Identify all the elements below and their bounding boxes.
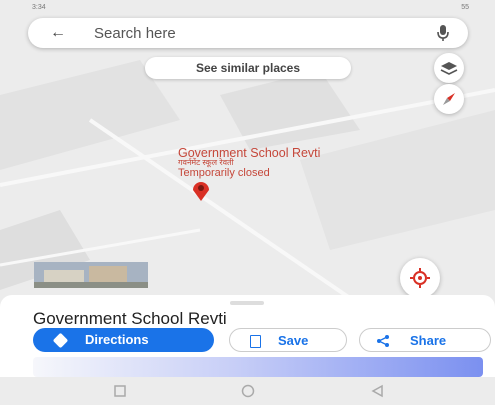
poi-label[interactable]: Government School Revti गवर्नमेंट स्कूल … (178, 146, 321, 179)
bookmark-icon (250, 335, 261, 348)
my-location-button[interactable] (400, 258, 440, 298)
place-title: Government School Revti (33, 309, 227, 328)
save-label: Save (278, 333, 309, 348)
status-bar: 3:34 55 (0, 0, 495, 16)
back-icon[interactable] (370, 384, 384, 398)
location-pin-icon[interactable] (190, 180, 212, 202)
poi-status: Temporarily closed (178, 167, 270, 179)
similar-places-chip[interactable]: See similar places (145, 57, 351, 79)
share-label: Share (410, 333, 447, 348)
back-arrow-icon[interactable]: ← (50, 24, 66, 42)
layers-button[interactable] (434, 53, 464, 83)
status-time: 3:34 (32, 4, 46, 11)
recent-apps-icon[interactable] (113, 384, 127, 398)
search-bar[interactable]: ← Search here (28, 18, 468, 48)
system-nav-bar (0, 377, 495, 405)
directions-label: Directions (85, 332, 149, 347)
street-view-thumbnail[interactable] (34, 262, 148, 288)
compass-button[interactable] (434, 84, 464, 114)
layers-icon (440, 62, 458, 75)
directions-button[interactable]: Directions (33, 328, 214, 352)
photo-strip[interactable] (33, 357, 483, 377)
compass-icon (443, 93, 455, 105)
poi-name: Government School Revti (178, 146, 321, 160)
drag-handle[interactable] (230, 301, 264, 305)
search-input[interactable]: Search here (94, 25, 176, 42)
battery-indicator: 55 (461, 4, 469, 11)
home-icon[interactable] (240, 384, 256, 398)
crosshair-icon (410, 268, 430, 288)
directions-icon (52, 332, 69, 349)
save-button[interactable]: Save (229, 328, 347, 352)
mic-icon[interactable] (436, 24, 450, 42)
share-button[interactable]: Share (359, 328, 491, 352)
share-icon (377, 335, 389, 347)
